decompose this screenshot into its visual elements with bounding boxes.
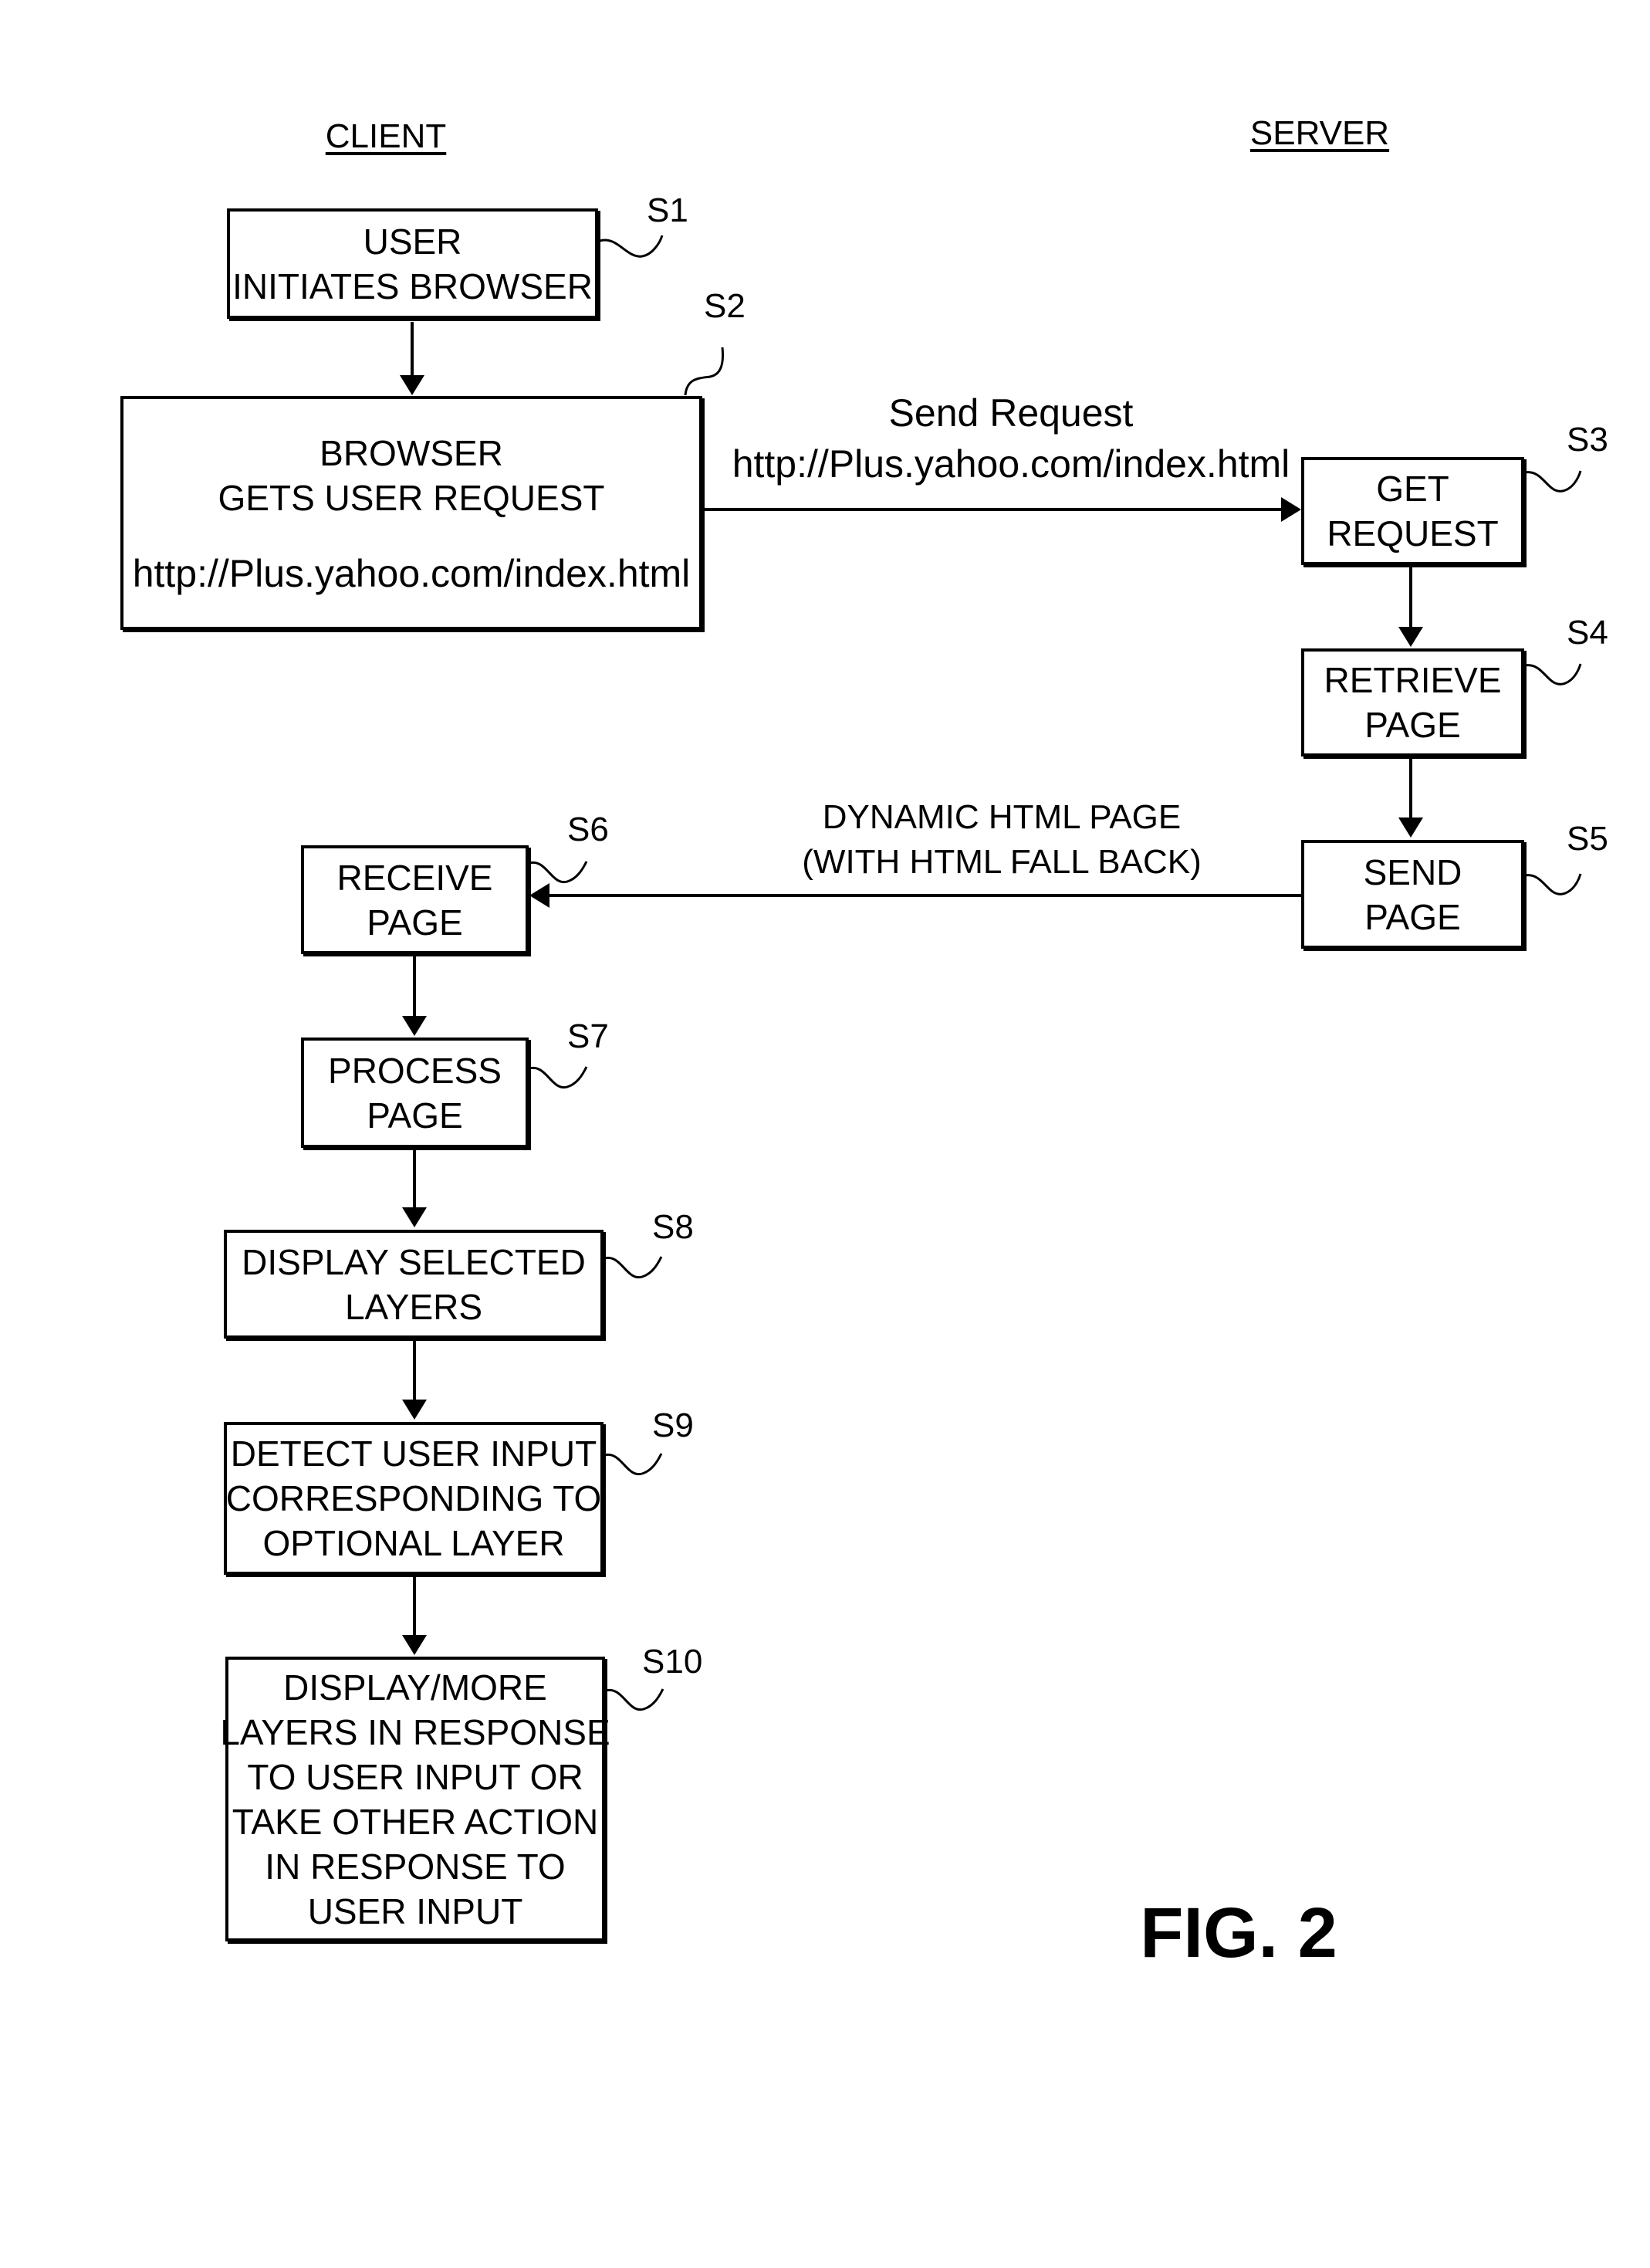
- send-request-label: Send Request http://Plus.yahoo.com/index…: [732, 388, 1290, 489]
- step-s9-line-1: DETECT USER INPUT: [230, 1434, 597, 1474]
- step-s6-box: RECEIVE PAGE: [301, 845, 529, 954]
- arrowhead-s9-s10: [402, 1635, 427, 1655]
- step-s10-line-3: TO USER INPUT OR: [247, 1756, 583, 1797]
- step-s8-box: DISPLAY SELECTED LAYERS: [224, 1230, 604, 1339]
- step-s8-label: S8: [652, 1208, 694, 1246]
- send-request-title: Send Request: [888, 391, 1134, 435]
- leader-s6: [529, 861, 588, 884]
- arrowhead-s1-s2: [400, 375, 424, 395]
- step-s6-line-1: RECEIVE: [336, 857, 493, 898]
- response-label: DYNAMIC HTML PAGE (WITH HTML FALL BACK): [802, 795, 1201, 885]
- step-s10-line-4: TAKE OTHER ACTION: [232, 1801, 599, 1842]
- step-s9-label: S9: [652, 1406, 694, 1444]
- step-s3-line-1: GET: [1376, 469, 1449, 509]
- step-s4-line-1: RETRIEVE: [1324, 660, 1502, 700]
- step-s10-line-1: DISPLAY/MORE: [283, 1667, 547, 1708]
- leader-s4: [1524, 663, 1582, 685]
- arrowhead-s8-s9: [402, 1400, 427, 1420]
- leader-s9: [604, 1453, 663, 1476]
- arrowhead-s6-s7: [402, 1016, 427, 1036]
- step-s5-box: SEND PAGE: [1301, 840, 1524, 949]
- leader-s8: [604, 1256, 663, 1279]
- leader-s3: [1524, 470, 1582, 493]
- leader-s1: [599, 235, 664, 258]
- arrowhead-s3-s4: [1398, 627, 1423, 647]
- leader-s2: [684, 347, 725, 396]
- response-line-1: DYNAMIC HTML PAGE: [822, 798, 1182, 836]
- server-header: SERVER: [1249, 114, 1390, 152]
- leader-s7: [529, 1066, 588, 1089]
- step-s5-line-1: SEND: [1363, 851, 1462, 892]
- step-s7-label: S7: [567, 1017, 609, 1055]
- step-s4-label: S4: [1567, 614, 1608, 652]
- step-s10-line-5: IN RESPONSE TO: [265, 1846, 566, 1887]
- step-s8-line-1: DISPLAY SELECTED: [242, 1241, 586, 1282]
- step-s10-label: S10: [642, 1643, 703, 1681]
- step-s10-line-2: LAYERS IN RESPONSE: [220, 1711, 610, 1752]
- step-s5-label: S5: [1567, 820, 1608, 858]
- step-s7-line-1: PROCESS: [328, 1050, 502, 1091]
- step-s3-line-2: REQUEST: [1327, 513, 1499, 553]
- client-header: CLIENT: [325, 117, 447, 155]
- step-s1-line-1: USER: [363, 221, 462, 262]
- step-s6-line-2: PAGE: [367, 902, 463, 943]
- step-s9-line-2: CORRESPONDING TO: [225, 1478, 602, 1518]
- arrowhead-s5-s6: [529, 883, 549, 908]
- arrowhead-s2-s3: [1281, 497, 1301, 522]
- step-s10-line-6: USER INPUT: [307, 1891, 523, 1931]
- step-s2-line-2: GETS USER REQUEST: [218, 477, 605, 518]
- step-s1-label: S1: [647, 191, 688, 229]
- leader-s5: [1524, 873, 1582, 895]
- step-s4-box: RETRIEVE PAGE: [1301, 648, 1524, 757]
- arrowhead-s4-s5: [1398, 817, 1423, 838]
- step-s1-line-2: INITIATES BROWSER: [232, 266, 593, 306]
- send-request-url: http://Plus.yahoo.com/index.html: [732, 442, 1290, 486]
- step-s7-line-2: PAGE: [367, 1095, 463, 1136]
- response-line-2: (WITH HTML FALL BACK): [802, 843, 1202, 881]
- step-s4-line-2: PAGE: [1364, 705, 1461, 745]
- figure-label: FIG. 2: [1140, 1894, 1337, 1972]
- leader-s10: [605, 1688, 664, 1711]
- step-s2-label: S2: [704, 287, 746, 325]
- step-s5-line-2: PAGE: [1364, 896, 1461, 937]
- step-s8-line-2: LAYERS: [344, 1286, 483, 1327]
- arrowhead-s7-s8: [402, 1207, 427, 1227]
- step-s7-box: PROCESS PAGE: [301, 1038, 529, 1148]
- step-s3-label: S3: [1567, 421, 1608, 459]
- step-s2-url: http://Plus.yahoo.com/index.html: [132, 551, 691, 595]
- step-s6-label: S6: [567, 811, 609, 848]
- step-s3-box: GET REQUEST: [1301, 457, 1524, 565]
- step-s2-line-1: BROWSER: [320, 432, 503, 473]
- step-s9-line-3: OPTIONAL LAYER: [262, 1523, 565, 1563]
- step-s2-box: BROWSER GETS USER REQUEST http://Plus.ya…: [120, 396, 702, 630]
- step-s10-box: DISPLAY/MORE LAYERS IN RESPONSE TO USER …: [220, 1657, 610, 1941]
- step-s1-box: USER INITIATES BROWSER: [227, 208, 598, 319]
- step-s9-box: DETECT USER INPUT CORRESPONDING TO OPTIO…: [224, 1422, 604, 1575]
